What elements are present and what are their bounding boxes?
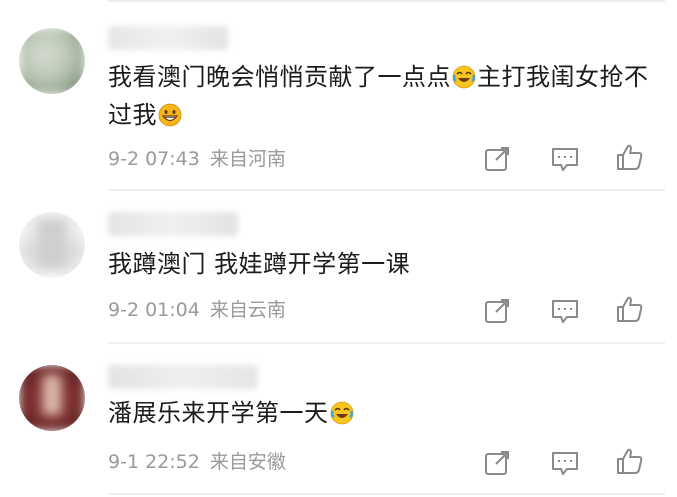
comment-meta: 9-1 22:52 来自安徽 — [108, 448, 286, 476]
top-divider — [108, 0, 665, 2]
share-icon[interactable] — [482, 296, 512, 326]
comment-location: 来自云南 — [209, 299, 286, 321]
share-icon[interactable] — [482, 144, 512, 174]
thumbs-up-icon[interactable] — [615, 446, 645, 476]
username-redacted[interactable] — [108, 212, 238, 236]
laugh-cry-emoji-icon — [330, 401, 353, 425]
comment-text: 我看澳门晚会悄悄贡献了一点点 主打我闺女抢不过我 — [108, 58, 653, 134]
username-redacted[interactable] — [108, 365, 258, 389]
comment-text-part: 潘展乐来开学第一天 — [108, 399, 329, 427]
comment-text-part: 我看澳门晚会悄悄贡献了一点点 — [108, 63, 451, 91]
thumbs-up-icon[interactable] — [615, 142, 645, 172]
comment-divider — [108, 189, 665, 191]
comment-meta: 9-2 07:43 来自河南 — [108, 145, 286, 173]
username-redacted[interactable] — [108, 26, 228, 50]
comment-divider — [108, 493, 665, 495]
thumbs-up-icon[interactable] — [615, 294, 645, 324]
comment-icon[interactable] — [550, 144, 580, 174]
comment-location: 来自河南 — [209, 148, 286, 170]
comment-text: 我蹲澳门 我娃蹲开学第一课 — [108, 245, 653, 283]
comment-time: 9-1 22:52 — [108, 451, 200, 473]
share-icon[interactable] — [482, 448, 512, 478]
comment-time: 9-2 07:43 — [108, 148, 200, 170]
comment-text-part: 我蹲澳门 我娃蹲开学第一课 — [108, 250, 411, 278]
comment-divider — [108, 342, 665, 344]
comment-location: 来自安徽 — [209, 451, 286, 473]
comment-icon[interactable] — [550, 448, 580, 478]
comment-icon[interactable] — [550, 296, 580, 326]
comment-text: 潘展乐来开学第一天 — [108, 394, 653, 432]
comment-time: 9-2 01:04 — [108, 299, 200, 321]
avatar[interactable] — [19, 365, 85, 431]
comment-meta: 9-2 01:04 来自云南 — [108, 296, 286, 324]
laugh-cry-emoji-icon — [452, 65, 476, 89]
avatar[interactable] — [19, 212, 85, 278]
avatar[interactable] — [19, 28, 85, 94]
grin-emoji-icon — [158, 103, 182, 127]
